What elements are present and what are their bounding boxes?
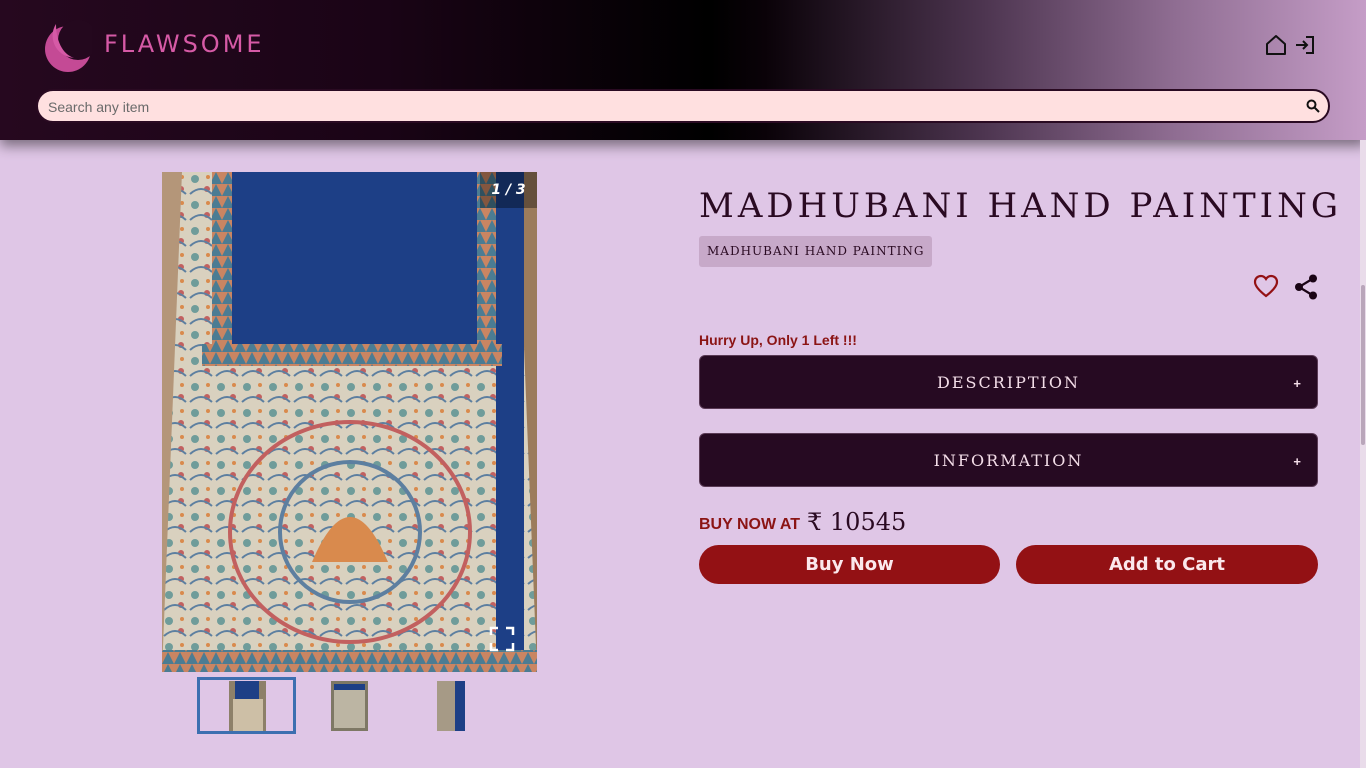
home-icon[interactable]	[1264, 33, 1288, 57]
thumbnail-3[interactable]	[437, 681, 465, 731]
fullscreen-icon[interactable]	[489, 626, 515, 652]
price: ₹ 10545	[807, 508, 907, 536]
stock-warning: Hurry Up, Only 1 Left !!!	[699, 332, 857, 348]
accordion-title: INFORMATION	[933, 451, 1084, 470]
accordion-title: DESCRIPTION	[937, 373, 1080, 392]
description-accordion[interactable]: DESCRIPTION +	[699, 355, 1318, 409]
share-icon[interactable]	[1294, 274, 1318, 300]
site-header: FLAWSOME	[0, 0, 1366, 140]
add-to-cart-button[interactable]: Add to Cart	[1016, 545, 1318, 584]
search-icon[interactable]	[1306, 99, 1320, 113]
thumbnail-2[interactable]	[331, 681, 368, 731]
buy-now-label: BUY NOW AT	[699, 516, 801, 533]
wishlist-heart-icon[interactable]	[1253, 274, 1279, 300]
product-title: MADHUBANI HAND PAINTING	[699, 186, 1342, 226]
expand-icon[interactable]: +	[1293, 356, 1301, 412]
login-icon[interactable]	[1293, 33, 1317, 57]
product-image-gallery[interactable]: 1 / 3	[162, 172, 537, 672]
search-bar	[36, 89, 1330, 123]
scrollbar-thumb[interactable]	[1361, 285, 1365, 445]
scrollbar[interactable]	[1360, 140, 1366, 768]
expand-icon[interactable]: +	[1293, 434, 1301, 490]
category-tag[interactable]: MADHUBANI HAND PAINTING	[699, 236, 933, 267]
logo-icon[interactable]	[42, 16, 92, 72]
information-accordion[interactable]: INFORMATION +	[699, 433, 1318, 487]
search-input[interactable]	[46, 91, 1300, 123]
product-image[interactable]	[162, 172, 537, 672]
buy-now-button[interactable]: Buy Now	[699, 545, 1000, 584]
thumbnail-1[interactable]	[229, 681, 266, 731]
image-counter: 1 / 3	[480, 172, 537, 208]
brand-name[interactable]: FLAWSOME	[104, 30, 265, 58]
